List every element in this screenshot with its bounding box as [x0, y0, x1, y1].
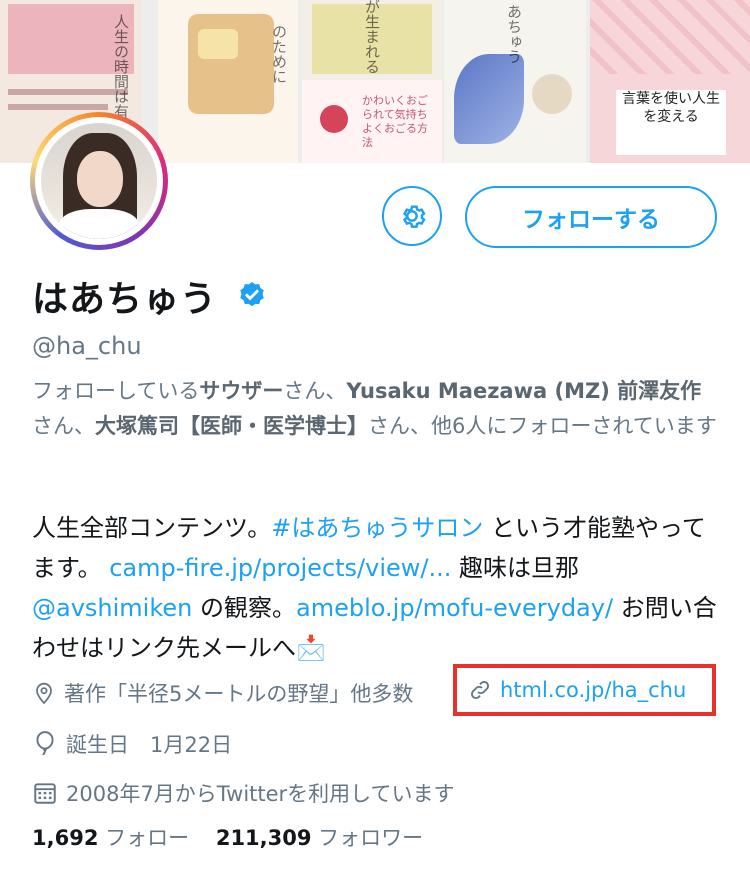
profile-stats: 1,692 フォロー 211,309 フォロワー [32, 822, 423, 852]
profile-joined-date: 2008年7月からTwitterを利用しています [32, 778, 455, 808]
profile-name: はあちゅう [32, 279, 218, 320]
bio-link[interactable]: ameblo.jp/mofu-everyday/ [296, 594, 613, 622]
settings-button[interactable] [382, 186, 442, 246]
book-cover: あちゅう [444, 0, 586, 163]
bio-link[interactable]: camp-fire.jp/projects/view/... [109, 554, 451, 582]
location-pin-icon [36, 682, 52, 705]
profile-handle: @ha_chu [32, 332, 142, 360]
profile-bio: 人生全部コンテンツ。#はあちゅうサロン という才能塾やってます。 camp-fi… [32, 514, 717, 662]
follow-button[interactable]: フォローする [465, 186, 717, 248]
book-cover: のために [158, 0, 298, 163]
profile-website-link[interactable]: html.co.jp/ha_chu [468, 678, 686, 702]
gear-icon [402, 205, 426, 228]
following-count-link[interactable]: 1,692 フォロー [32, 826, 189, 850]
followed-by-text[interactable]: フォローしているサウザーさん、Yusaku Maezawa (MZ) 前澤友作さ… [32, 374, 722, 444]
profile-birthday: 誕生日 1月22日 [32, 729, 232, 759]
calendar-icon [34, 783, 56, 804]
followed-user[interactable]: Yusaku Maezawa (MZ) 前澤友作 [346, 379, 701, 403]
balloon-icon [36, 731, 54, 756]
mention-link[interactable]: @avshimiken [32, 594, 192, 622]
profile-location: 著作「半径5メートルの野望」他多数 [32, 678, 413, 708]
followers-count-link[interactable]: 211,309 フォロワー [216, 826, 423, 850]
book-cover: 言葉を使い人生を変える [590, 0, 750, 163]
hashtag-link[interactable]: #はあちゅうサロン [271, 514, 483, 542]
book-cover: かわいくおごられて気持ちよくおごる方法 [302, 80, 442, 163]
avatar-photo [41, 123, 157, 239]
link-icon [470, 680, 490, 700]
avatar[interactable] [30, 112, 168, 250]
followed-user[interactable]: 大塚篤司【医師・医学博士】 [95, 414, 368, 438]
verified-badge-icon [240, 282, 264, 307]
followed-user[interactable]: サウザー [199, 379, 283, 403]
